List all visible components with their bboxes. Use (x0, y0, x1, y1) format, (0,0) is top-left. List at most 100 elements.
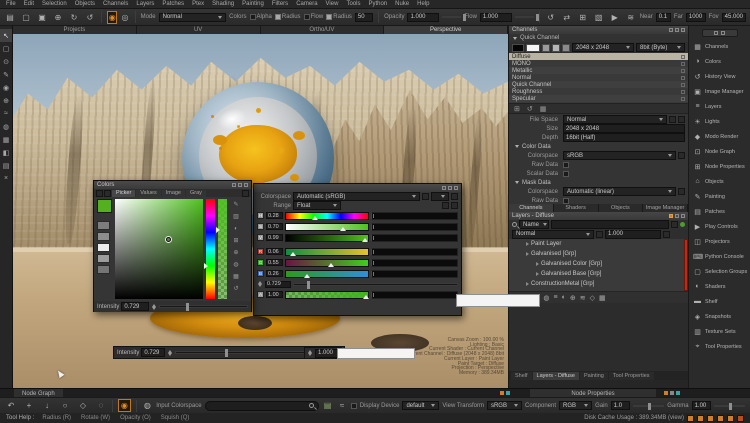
hue-marker[interactable] (204, 263, 208, 269)
layer-thumbnail[interactable] (673, 281, 680, 287)
warp-icon[interactable]: ≋ (625, 12, 637, 23)
menu-item[interactable]: Selection (42, 1, 67, 7)
save-icon[interactable]: ▣ (36, 12, 48, 23)
layer-expand-icon[interactable] (536, 262, 539, 266)
expand-icon[interactable] (513, 37, 517, 40)
channel-lock-icon[interactable] (681, 83, 685, 87)
slider-track[interactable] (285, 234, 369, 242)
mirror-icon[interactable]: ⇄ (561, 12, 573, 23)
slider-hdr-extension[interactable] (371, 234, 458, 242)
channel-row[interactable]: Specular (509, 95, 688, 102)
gray-swatch[interactable] (542, 44, 550, 52)
black-swatch[interactable] (512, 44, 524, 52)
lut-checkbox[interactable] (351, 403, 357, 409)
view-transform-select[interactable]: sRGB (487, 401, 522, 410)
undock-button[interactable] (104, 190, 111, 197)
palette-item[interactable]: ⊞ Node Properties (689, 159, 750, 174)
viewport-tab[interactable]: UV (137, 26, 261, 34)
active-brush-button[interactable]: ◉ (118, 399, 131, 412)
share-layer-icon[interactable]: ≋ (580, 294, 586, 302)
section-expand-icon[interactable] (515, 181, 519, 184)
eraser-button[interactable]: ◎ (120, 12, 129, 23)
layer-expand-icon[interactable] (536, 272, 539, 276)
archive-icon[interactable]: ↺ (84, 12, 96, 23)
slider-track[interactable] (285, 291, 369, 299)
channel-lock-icon[interactable] (681, 97, 685, 101)
near-field[interactable]: 0.1 (656, 13, 671, 22)
dock-tab[interactable]: Shaders (554, 204, 599, 212)
palette-item[interactable]: ✎ Painting (689, 189, 750, 204)
menu-item[interactable]: Python (368, 1, 387, 7)
channel-row[interactable]: Diffuse (509, 53, 688, 60)
channel-lock-icon[interactable] (681, 90, 685, 94)
reset-button[interactable] (422, 193, 429, 200)
tool-button[interactable]: ▦ (0, 133, 12, 146)
slider-track[interactable] (285, 259, 369, 267)
tool-button[interactable]: ↖ (0, 29, 12, 42)
status-icon[interactable] (727, 415, 734, 422)
cache-layer-icon[interactable]: ◇ (590, 294, 595, 302)
slider-marker[interactable] (363, 295, 369, 299)
window-button[interactable] (675, 214, 679, 218)
status-icon[interactable] (707, 415, 714, 422)
import-icon[interactable]: ⊕ (52, 12, 64, 23)
paint-buffer-icon[interactable]: ⊞ (577, 12, 589, 23)
colorspace-select[interactable]: sRGB (563, 151, 676, 160)
menu-item[interactable]: Painting (242, 1, 264, 7)
radius-field[interactable]: 50 (355, 13, 373, 22)
reset-button[interactable] (678, 152, 685, 159)
window-button[interactable] (681, 214, 685, 218)
slider-hdr-extension[interactable] (371, 270, 458, 278)
colors-tab[interactable]: Image (162, 190, 185, 197)
panel-intensity-knob[interactable] (307, 281, 310, 289)
dock-bottom-tab[interactable]: Painting (580, 372, 608, 380)
viewport-tab[interactable]: Perspective (384, 26, 508, 34)
pin-button[interactable] (242, 190, 249, 197)
viewport-tab[interactable]: Ortho/UV (261, 26, 385, 34)
mask-raw-checkbox[interactable] (563, 198, 569, 204)
layer-thumbnail[interactable] (673, 261, 680, 267)
gamma-slider[interactable] (714, 405, 745, 407)
gain-field[interactable]: 1.0 (611, 401, 631, 410)
gain-slider[interactable] (633, 405, 664, 407)
menu-item[interactable]: Channels (103, 1, 128, 7)
channel-lock-icon[interactable] (681, 69, 685, 73)
channels-panel-header[interactable]: Channels (509, 26, 688, 34)
gain-knob[interactable] (648, 403, 651, 410)
palette-item[interactable]: ◑ Colors (689, 54, 750, 69)
window-button[interactable] (442, 186, 446, 190)
status-icon[interactable] (717, 415, 724, 422)
section-expand-icon[interactable] (515, 145, 519, 148)
viewport-tab[interactable]: Projects (13, 26, 137, 34)
dock-bottom-tab[interactable]: Layers - Diffuse (533, 372, 579, 380)
intensity-stepper[interactable] (257, 280, 263, 288)
layer-expand-icon[interactable] (526, 282, 529, 286)
history-button[interactable] (671, 221, 678, 228)
color-values-panel[interactable]: Colorspace Automatic (sRGB) Range Float … (253, 183, 462, 316)
display-device-select[interactable]: default (402, 401, 439, 410)
palette-item[interactable]: ◫ Projectors (689, 234, 750, 249)
menu-item[interactable]: Camera (296, 1, 317, 7)
tool-button[interactable]: ✎ (0, 68, 12, 81)
channel-lock-icon[interactable] (681, 76, 685, 80)
snapshot-channel-icon[interactable]: ↺ (527, 105, 533, 113)
flow-slider[interactable] (515, 16, 534, 18)
blend-icon[interactable]: ◍ (233, 259, 238, 271)
new-project-icon[interactable]: ▤ (4, 12, 16, 23)
menu-item[interactable]: Edit (24, 1, 34, 7)
value-stepper[interactable] (307, 349, 313, 357)
pick-color-icon[interactable]: ✎ (233, 199, 238, 211)
window-button[interactable] (454, 186, 458, 190)
channel-depth-select[interactable]: 8bit (Byte) (636, 43, 685, 52)
palette-item[interactable]: ⌂ Objects (689, 174, 750, 189)
layer-search-input[interactable] (551, 220, 669, 229)
dock-tab[interactable]: Channels (509, 204, 554, 212)
slider-marker[interactable] (312, 216, 318, 220)
input-colorspace-search[interactable] (205, 401, 319, 411)
gray-swatch[interactable] (552, 44, 560, 52)
layer-thumbnail[interactable] (673, 271, 680, 277)
mask-colorspace-select[interactable]: Automatic (linear) (563, 187, 676, 196)
dock-bottom-tab[interactable]: Shelf (511, 372, 532, 380)
tool-button[interactable]: ⊙ (0, 55, 12, 68)
file-space-select[interactable]: Normal (563, 115, 667, 124)
